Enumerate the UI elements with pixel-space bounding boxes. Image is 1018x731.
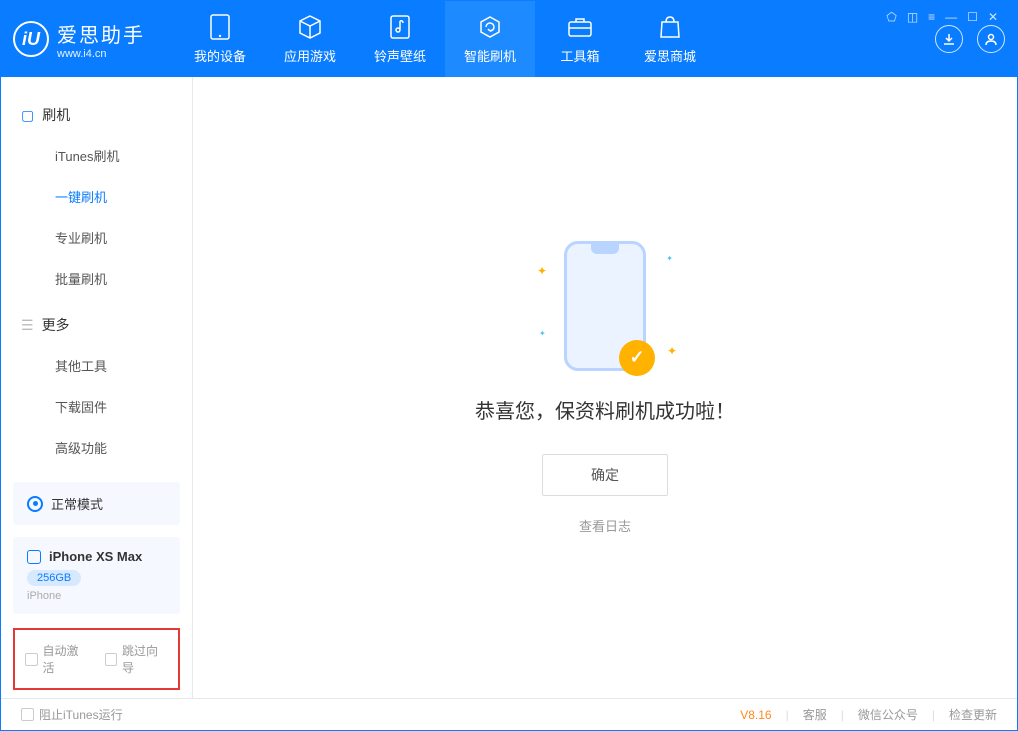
minimize-icon[interactable]: —	[945, 10, 957, 24]
mode-label: 正常模式	[51, 494, 103, 513]
checkbox-icon	[105, 653, 118, 666]
sidebar-header-label: 刷机	[42, 105, 70, 125]
toolbox-icon	[567, 14, 593, 40]
logo-icon: iU	[13, 21, 49, 57]
checkbox-icon	[21, 708, 34, 721]
tab-label: 我的设备	[194, 46, 246, 65]
close-icon[interactable]: ✕	[988, 10, 998, 24]
device-name-label: iPhone XS Max	[49, 549, 142, 564]
sidebar-header-label: 更多	[42, 315, 70, 335]
device-storage-badge: 256GB	[27, 570, 81, 586]
tab-store[interactable]: 爱思商城	[625, 1, 715, 77]
checkbox-icon	[25, 653, 38, 666]
tab-my-device[interactable]: 我的设备	[175, 1, 265, 77]
mode-box[interactable]: 正常模式	[13, 482, 180, 525]
sidebar-item-batch-flash[interactable]: 批量刷机	[1, 258, 192, 299]
view-log-link[interactable]: 查看日志	[579, 516, 631, 535]
sidebar-item-download-firmware[interactable]: 下载固件	[1, 386, 192, 427]
block-itunes-checkbox[interactable]: 阻止iTunes运行	[21, 706, 123, 723]
tab-label: 应用游戏	[284, 46, 336, 65]
statusbar: 阻止iTunes运行 V8.16 | 客服 | 微信公众号 | 检查更新	[1, 698, 1017, 730]
ok-button[interactable]: 确定	[542, 454, 668, 496]
main-tabs: 我的设备 应用游戏 铃声壁纸 智能刷机 工具箱 爱思商城	[175, 1, 935, 77]
sparkle-icon: ✦	[539, 329, 546, 338]
music-icon	[387, 14, 413, 40]
sidebar-item-other-tools[interactable]: 其他工具	[1, 345, 192, 386]
refresh-icon	[477, 14, 503, 40]
bag-icon	[657, 14, 683, 40]
sparkle-icon: ✦	[666, 254, 673, 263]
sidebar-header-more[interactable]: ☰ 更多	[1, 305, 192, 345]
phone-icon: ▢	[21, 107, 34, 124]
tab-ringtones[interactable]: 铃声壁纸	[355, 1, 445, 77]
auto-activate-checkbox[interactable]: 自动激活	[25, 642, 89, 676]
app-title: 爱思助手	[57, 19, 145, 48]
skip-guide-checkbox[interactable]: 跳过向导	[105, 642, 169, 676]
device-type-label: iPhone	[27, 590, 166, 602]
support-link[interactable]: 客服	[803, 706, 827, 723]
download-button[interactable]	[935, 25, 963, 53]
version-label: V8.16	[740, 708, 771, 722]
sidebar-item-itunes-flash[interactable]: iTunes刷机	[1, 135, 192, 176]
menu-icon: ☰	[21, 317, 34, 334]
checkbox-label: 跳过向导	[122, 642, 168, 676]
tab-apps-games[interactable]: 应用游戏	[265, 1, 355, 77]
window-controls: ⬠ ◫ ≡ — ☐ ✕	[886, 10, 998, 24]
tab-toolbox[interactable]: 工具箱	[535, 1, 625, 77]
sidebar-item-pro-flash[interactable]: 专业刷机	[1, 217, 192, 258]
menu-icon[interactable]: ≡	[928, 10, 935, 24]
sidebar-item-advanced[interactable]: 高级功能	[1, 427, 192, 468]
titlebar: ⬠ ◫ ≡ — ☐ ✕ iU 爱思助手 www.i4.cn 我的设备 应用游戏	[1, 1, 1017, 77]
main-content: ✓ ✦ ✦ ✦ ✦ 恭喜您，保资料刷机成功啦！ 确定 查看日志	[193, 77, 1017, 698]
app-subtitle: www.i4.cn	[57, 48, 145, 60]
tab-label: 工具箱	[560, 46, 599, 65]
device-icon	[207, 14, 233, 40]
highlighted-checkbox-row: 自动激活 跳过向导	[13, 628, 180, 690]
maximize-icon[interactable]: ☐	[967, 10, 978, 24]
wechat-link[interactable]: 微信公众号	[858, 706, 918, 723]
logo: iU 爱思助手 www.i4.cn	[13, 19, 145, 60]
check-update-link[interactable]: 检查更新	[949, 706, 997, 723]
user-button[interactable]	[977, 25, 1005, 53]
tab-smart-flash[interactable]: 智能刷机	[445, 1, 535, 77]
success-message: 恭喜您，保资料刷机成功啦！	[475, 395, 735, 424]
sidebar-header-flash[interactable]: ▢ 刷机	[1, 95, 192, 135]
success-device-illustration: ✓ ✦ ✦ ✦ ✦	[564, 241, 646, 371]
device-box[interactable]: iPhone XS Max 256GB iPhone	[13, 537, 180, 614]
device-icon	[27, 550, 41, 564]
sparkle-icon: ✦	[667, 344, 677, 358]
tab-label: 铃声壁纸	[374, 46, 426, 65]
checkbox-label: 自动激活	[43, 642, 89, 676]
cube-icon	[297, 14, 323, 40]
tshirt-icon[interactable]: ⬠	[886, 10, 896, 24]
title-right-controls	[935, 25, 1005, 53]
sidebar-item-oneclick-flash[interactable]: 一键刷机	[1, 176, 192, 217]
checkbox-label: 阻止iTunes运行	[39, 706, 123, 723]
sidebar: ▢ 刷机 iTunes刷机 一键刷机 专业刷机 批量刷机 ☰ 更多 其他工具 下…	[1, 77, 193, 698]
tab-label: 爱思商城	[644, 46, 696, 65]
mode-icon	[27, 496, 43, 512]
tab-label: 智能刷机	[464, 46, 516, 65]
check-badge-icon: ✓	[619, 340, 655, 376]
sparkle-icon: ✦	[537, 264, 547, 278]
lock-icon[interactable]: ◫	[907, 10, 918, 24]
